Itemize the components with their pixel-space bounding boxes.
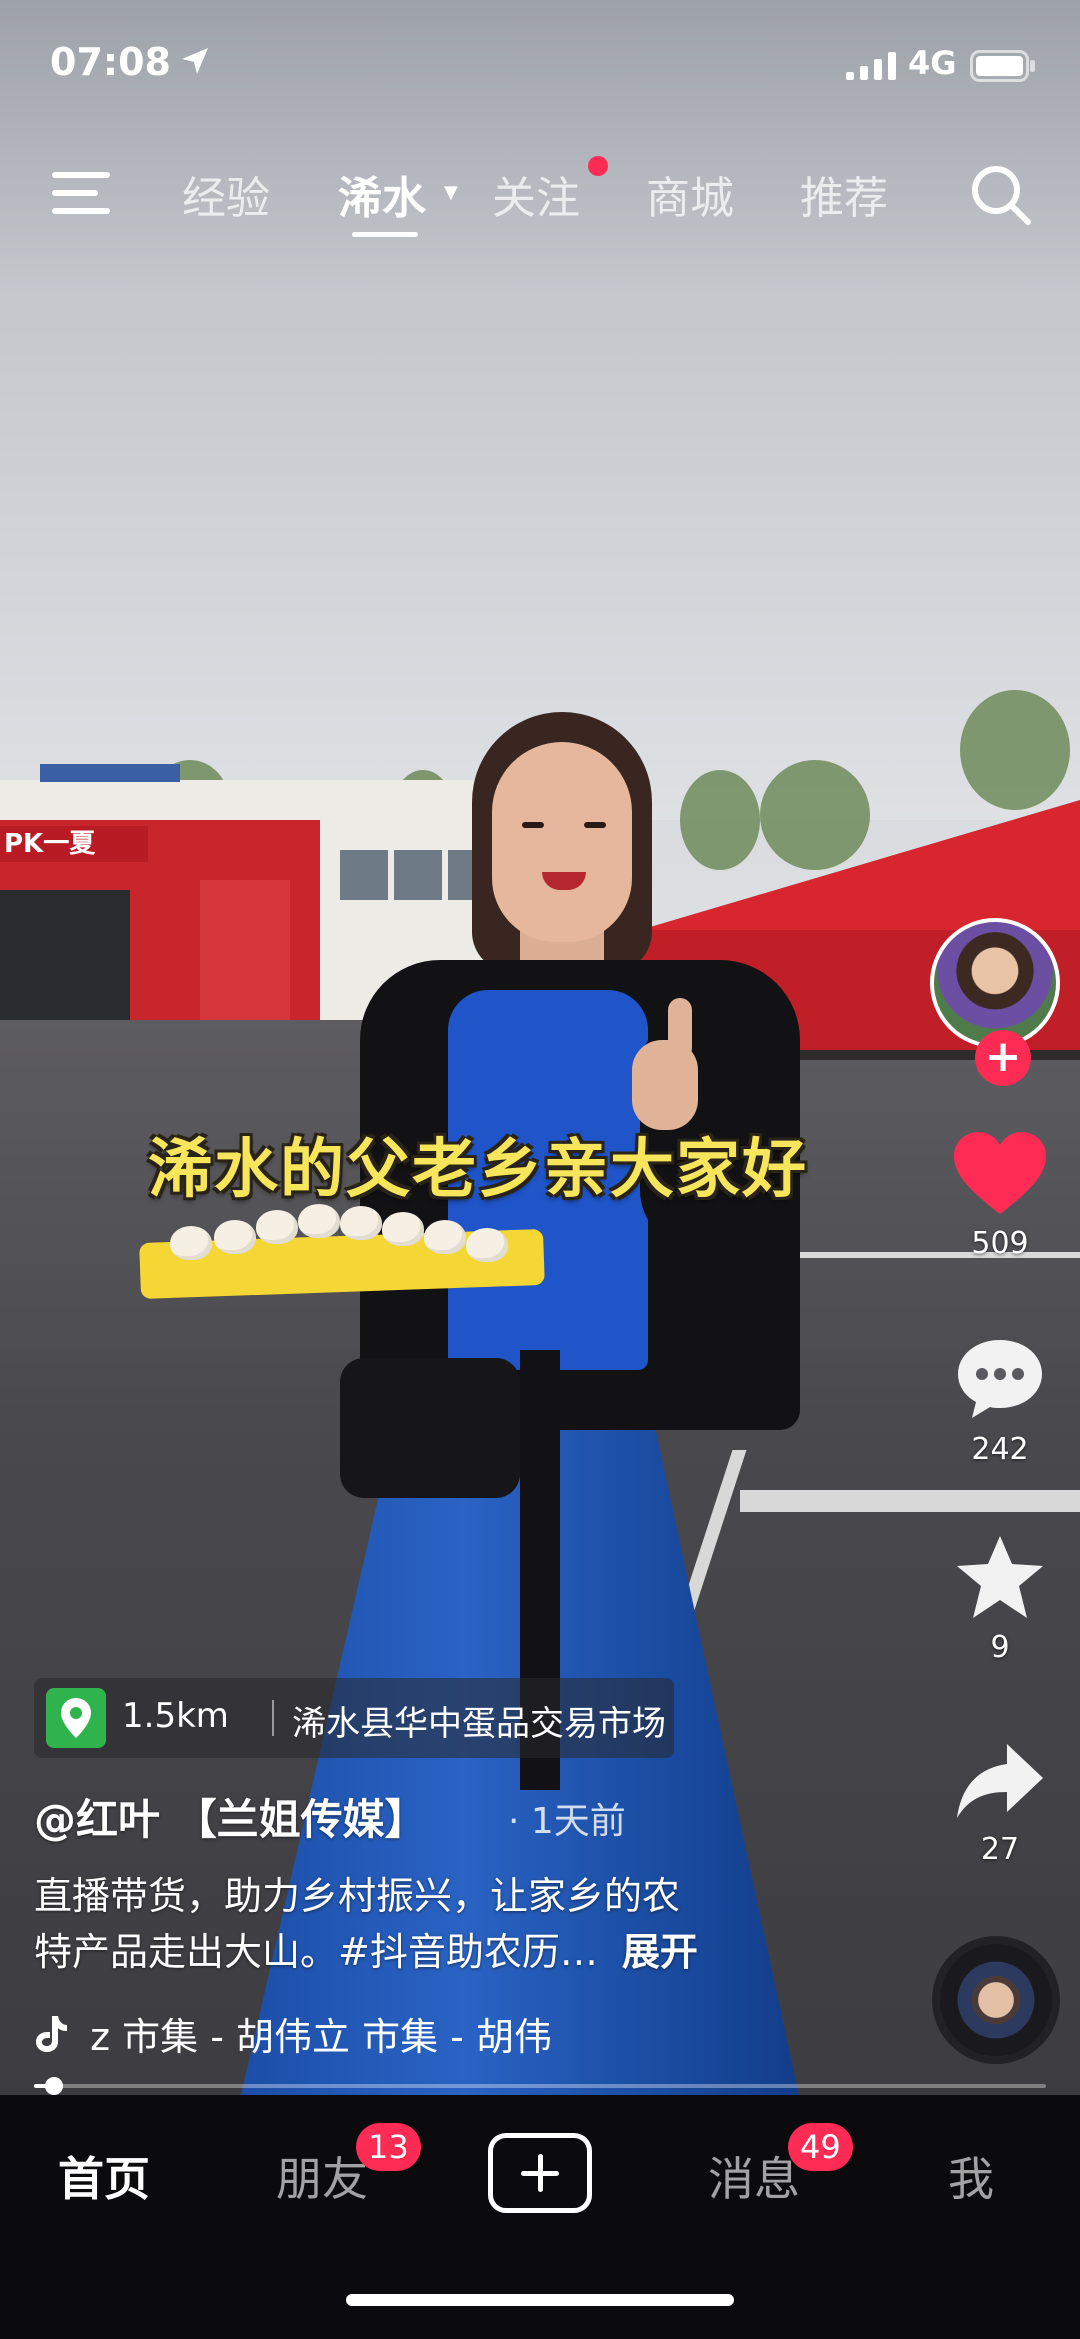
music-row[interactable]: z 市集 - 胡伟立 市集 - 胡伟 <box>34 2006 694 2062</box>
tab-home[interactable]: 首页 <box>58 2143 150 2209</box>
presenter-bag <box>340 1358 520 1498</box>
like-count: 509 <box>971 1226 1029 1261</box>
notification-dot <box>588 156 608 176</box>
egg <box>382 1212 424 1246</box>
music-disc[interactable] <box>932 1936 1060 2064</box>
tiktok-note-icon <box>36 2015 67 2052</box>
video-progress-bar[interactable] <box>34 2077 1046 2095</box>
tab-friends[interactable]: 朋友 <box>276 2143 368 2209</box>
post-description: 直播带货，助力乡村振兴，让家乡的农 特产品走出大山。#抖音助农历… 展开 <box>34 1868 814 1980</box>
egg <box>424 1220 466 1254</box>
location-name: 浠水县华中蛋品交易市场 <box>292 1704 666 1744</box>
signal-icon <box>846 52 896 80</box>
comment-icon[interactable] <box>954 1336 1046 1422</box>
status-time: 07:08 <box>50 40 171 84</box>
home-indicator <box>346 2294 734 2306</box>
description-line-2: 特产品走出大山。#抖音助农历… 展开 <box>34 1924 814 1980</box>
egg <box>214 1220 256 1254</box>
share-button[interactable]: 27 <box>920 1742 1080 1867</box>
description-line: 直播带货，助力乡村振兴，让家乡的农 <box>34 1874 681 1918</box>
follow-plus-button[interactable]: + <box>975 1030 1031 1086</box>
author-avatar-wrap[interactable]: + <box>930 918 1068 1086</box>
status-bar: 07:08 4G <box>0 0 1080 130</box>
messages-badge: 49 <box>788 2123 853 2171</box>
video-caption: 浠水的父老乡亲大家好 <box>148 1133 808 1207</box>
douyin-video-screen: PK一夏 07:08 4G 经验 浠水 ▼ 关注 商城 推荐 浠水的父老乡亲大家… <box>0 0 1080 2339</box>
like-button[interactable]: 509 <box>920 1130 1080 1261</box>
presenter-finger <box>668 998 692 1060</box>
presenter-eye <box>584 822 606 828</box>
egg <box>256 1210 298 1244</box>
favorite-count: 9 <box>990 1630 1010 1665</box>
tab-active-indicator <box>352 232 418 237</box>
star-icon[interactable] <box>955 1534 1045 1620</box>
author-name[interactable]: @红叶 【兰姐传媒】 <box>34 1786 427 1847</box>
friends-badge: 13 <box>356 2123 421 2171</box>
tab-jingyan[interactable]: 经验 <box>182 162 270 226</box>
location-chip[interactable]: 1.5km 浠水县华中蛋品交易市场 <box>34 1678 674 1758</box>
avatar[interactable] <box>930 918 1060 1048</box>
egg <box>466 1228 508 1262</box>
egg <box>340 1206 382 1240</box>
top-nav: 经验 浠水 ▼ 关注 商城 推荐 <box>0 150 1080 250</box>
location-separator <box>272 1700 274 1736</box>
tab-messages[interactable]: 消息 <box>708 2143 800 2209</box>
comment-button[interactable]: 242 <box>920 1336 1080 1467</box>
plus-icon-v <box>538 2154 543 2192</box>
tab-mall[interactable]: 商城 <box>646 162 734 226</box>
location-arrow-icon <box>182 48 208 74</box>
chevron-down-icon[interactable]: ▼ <box>444 182 458 203</box>
music-title: z 市集 - 胡伟立 市集 - 胡伟 <box>90 2015 552 2059</box>
share-icon[interactable] <box>955 1742 1045 1822</box>
tab-xishui[interactable]: 浠水 <box>338 162 426 226</box>
expand-button[interactable]: 展开 <box>622 1930 698 1974</box>
tab-recommend[interactable]: 推荐 <box>800 162 888 226</box>
location-distance: 1.5km <box>122 1696 229 1736</box>
egg <box>170 1226 212 1260</box>
heart-icon[interactable] <box>952 1130 1048 1216</box>
post-time: · 1天前 <box>508 1801 626 1842</box>
create-button[interactable] <box>488 2133 592 2213</box>
video-player[interactable]: PK一夏 <box>0 0 1080 2095</box>
presenter <box>0 0 1080 2095</box>
presenter-eye <box>522 822 544 828</box>
location-pin-icon <box>46 1688 106 1748</box>
share-count: 27 <box>980 1832 1020 1867</box>
presenter-face <box>492 742 632 942</box>
action-rail: + 509 242 9 27 <box>920 0 1080 2100</box>
tab-following[interactable]: 关注 <box>492 162 580 226</box>
description-line-text: 特产品走出大山。#抖音助农历… <box>34 1930 598 1974</box>
menu-icon[interactable] <box>52 170 110 216</box>
favorite-button[interactable]: 9 <box>920 1534 1080 1665</box>
tab-me[interactable]: 我 <box>948 2143 994 2209</box>
comment-count: 242 <box>971 1432 1029 1467</box>
